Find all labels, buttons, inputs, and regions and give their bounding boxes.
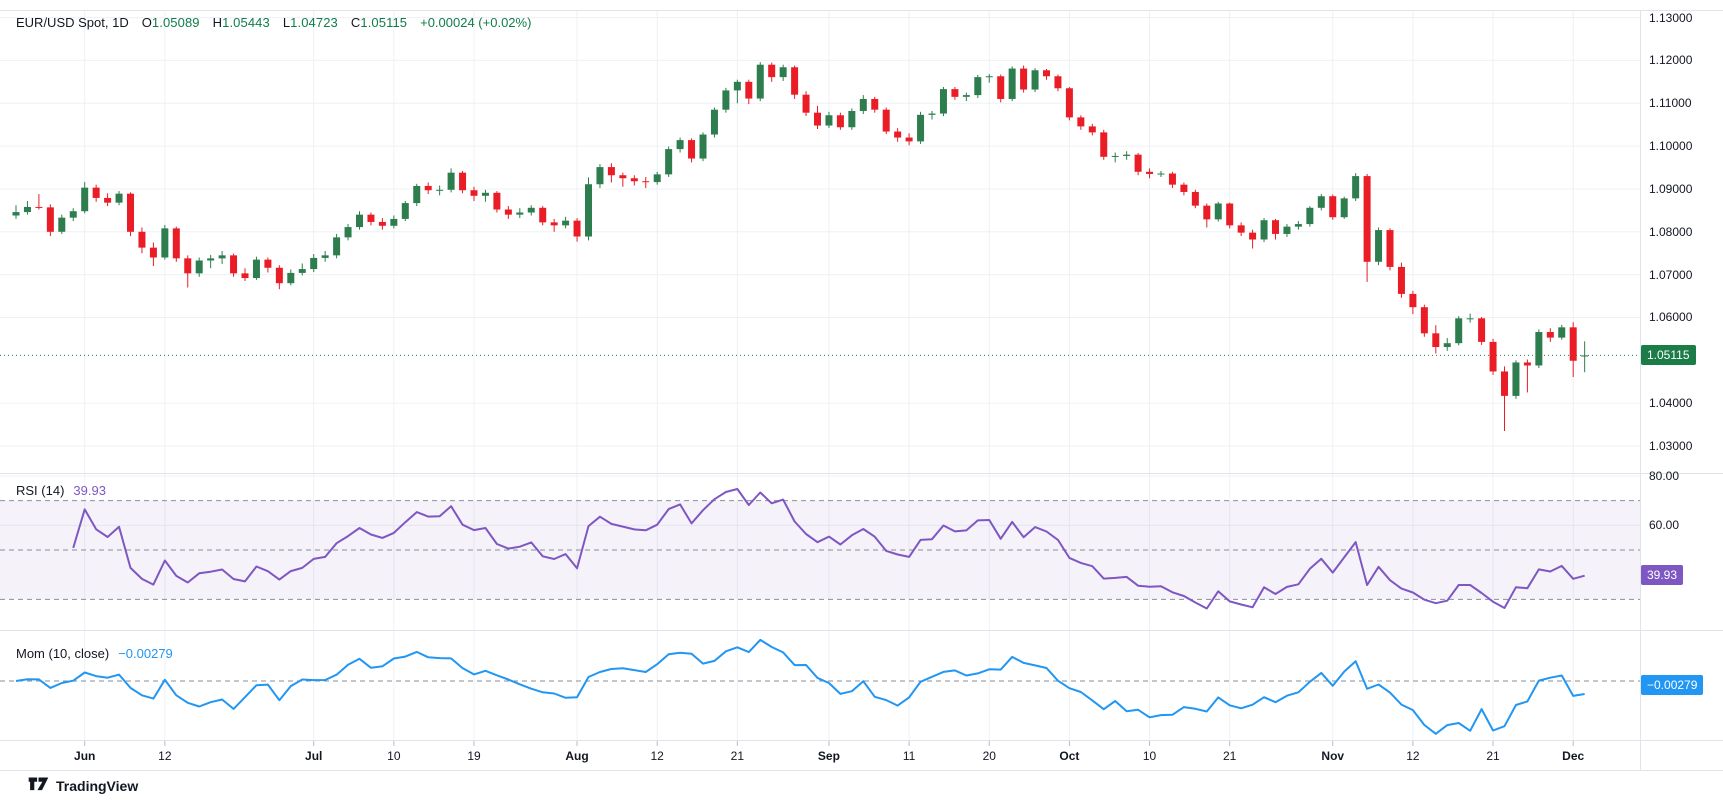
price-tick-label: 1.13000 (1649, 11, 1692, 25)
ohlc-low: L1.04723 (283, 15, 338, 30)
ohlc-high: H1.05443 (213, 15, 270, 30)
symbol-title[interactable]: EUR/USD Spot, 1D (16, 15, 129, 30)
rsi-title[interactable]: RSI (14) (16, 483, 64, 498)
chart-canvas[interactable] (0, 0, 1723, 803)
momentum-last-value-label: −0.00279 (1641, 675, 1703, 695)
price-tick-label: 1.09000 (1649, 182, 1692, 196)
price-tick-label: 1.06000 (1649, 310, 1692, 324)
momentum-title[interactable]: Mom (10, close) (16, 646, 109, 661)
time-tick-label: 11 (903, 749, 915, 763)
tradingview-logo-icon (28, 776, 49, 796)
price-tick-label: 1.12000 (1649, 53, 1692, 67)
time-tick-label: 19 (467, 749, 480, 763)
time-tick-label: 20 (983, 749, 996, 763)
footer-separator (0, 770, 1723, 771)
price-tick-label: 1.04000 (1649, 396, 1692, 410)
symbol-legend: EUR/USD Spot, 1D O1.05089 H1.05443 L1.04… (16, 15, 531, 30)
time-tick-label: 10 (387, 749, 400, 763)
time-tick-label: 21 (731, 749, 744, 763)
price-tick-label: 1.07000 (1649, 268, 1692, 282)
price-rsi-separator[interactable] (0, 473, 1723, 474)
time-tick-label: Sep (818, 749, 840, 763)
open-value: 1.05089 (152, 15, 200, 30)
rsi-legend: RSI (14) 39.93 (16, 483, 106, 498)
rsi-tick-label: 80.00 (1649, 469, 1679, 483)
time-tick-label: 21 (1223, 749, 1236, 763)
time-tick-label: Nov (1321, 749, 1344, 763)
close-prefix: C (351, 15, 361, 30)
high-value: 1.05443 (222, 15, 270, 30)
rsi-tick-label: 60.00 (1649, 518, 1679, 532)
price-axis-border (1640, 11, 1641, 770)
tradingview-logo[interactable]: TradingView (28, 776, 138, 796)
momentum-legend: Mom (10, close) −0.00279 (16, 646, 173, 661)
open-prefix: O (142, 15, 152, 30)
time-tick-label: Jun (74, 749, 95, 763)
time-tick-label: 21 (1486, 749, 1499, 763)
last-price-label: 1.05115 (1641, 345, 1696, 365)
time-tick-label: Oct (1059, 749, 1079, 763)
rsi-value: 39.93 (73, 483, 106, 498)
close-value: 1.05115 (360, 15, 407, 30)
momentum-value: −0.00279 (118, 646, 173, 661)
time-tick-label: 12 (1406, 749, 1419, 763)
price-tick-label: 1.11000 (1649, 96, 1692, 110)
time-tick-label: 12 (651, 749, 664, 763)
ohlc-close: C1.05115 (351, 15, 407, 30)
price-change: +0.00024 (+0.02%) (420, 15, 531, 30)
price-tick-label: 1.03000 (1649, 439, 1692, 453)
tradingview-chart-widget: EUR/USD Spot, 1D O1.05089 H1.05443 L1.04… (0, 0, 1723, 803)
rsi-momentum-separator[interactable] (0, 630, 1723, 631)
time-tick-label: Aug (565, 749, 588, 763)
time-tick-label: 10 (1143, 749, 1156, 763)
tradingview-logo-text: TradingView (56, 778, 138, 794)
ohlc-open: O1.05089 (142, 15, 200, 30)
time-tick-label: Dec (1562, 749, 1584, 763)
price-tick-label: 1.10000 (1649, 139, 1692, 153)
time-tick-label: Jul (305, 749, 322, 763)
time-axis-separator (0, 740, 1723, 741)
rsi-last-value-label: 39.93 (1641, 565, 1683, 585)
low-value: 1.04723 (290, 15, 338, 30)
time-tick-label: 12 (158, 749, 171, 763)
high-prefix: H (213, 15, 223, 30)
price-tick-label: 1.08000 (1649, 225, 1692, 239)
